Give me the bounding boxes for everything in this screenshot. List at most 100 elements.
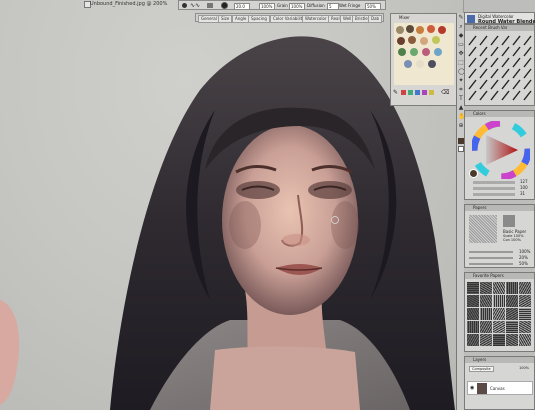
paper-texture-swatch[interactable] (506, 334, 518, 346)
layer-opacity[interactable]: 100% (519, 366, 529, 370)
brush-variant-grid[interactable] (466, 33, 535, 105)
mixer-color-blob[interactable] (416, 26, 424, 34)
brush-variant-icon[interactable] (501, 35, 510, 46)
tab-spacing[interactable]: Spacing (248, 15, 270, 23)
brush-variant-icon[interactable] (468, 68, 477, 79)
eye-icon[interactable]: ◉ (470, 385, 474, 391)
brush-variant-icon[interactable] (490, 90, 499, 101)
paper-texture-swatch[interactable] (493, 295, 505, 307)
mixer-color-blob[interactable] (438, 26, 446, 34)
mixer-color-blob[interactable] (420, 37, 428, 45)
color-value-2[interactable]: 100 (520, 185, 528, 190)
brush-dab-icon[interactable] (182, 3, 187, 8)
paper-value[interactable]: 50% (519, 261, 528, 266)
mixer-color-blob[interactable] (434, 48, 442, 56)
brush-variant-icon[interactable] (523, 90, 532, 101)
color-wheel[interactable] (472, 121, 530, 179)
paper-texture-swatch[interactable] (467, 282, 479, 294)
paper-texture-swatch[interactable] (480, 308, 492, 320)
brush-variant-icon[interactable] (479, 57, 488, 68)
current-color-chip[interactable] (469, 169, 478, 178)
brush-variant-icon[interactable] (468, 57, 477, 68)
mixer-color-blob[interactable] (422, 48, 430, 56)
brush-variant-icon[interactable] (490, 79, 499, 90)
paper-value[interactable]: 20% (519, 255, 528, 260)
mixer-color-blob[interactable] (396, 26, 404, 34)
brush-variant-icon[interactable] (523, 46, 532, 57)
brush-variant-icon[interactable] (479, 90, 488, 101)
mixer-swatch[interactable] (401, 90, 406, 95)
mixer-color-blob[interactable] (404, 60, 412, 68)
brush-variant-icon[interactable] (468, 90, 477, 101)
mixer-color-blob[interactable] (398, 48, 406, 56)
paper-texture-swatch[interactable] (506, 308, 518, 320)
brush-variant-icon[interactable] (490, 68, 499, 79)
brush-variant-icon[interactable] (512, 35, 521, 46)
mixer-swatch[interactable] (408, 90, 413, 95)
mixer-color-blob[interactable] (428, 60, 436, 68)
brush-variant-icon[interactable] (468, 46, 477, 57)
brush-variant-icon[interactable] (512, 68, 521, 79)
brush-variant-icon[interactable] (523, 79, 532, 90)
color-slider[interactable] (473, 193, 515, 196)
paper-slider[interactable] (469, 257, 513, 259)
brush-variant-icon[interactable] (523, 68, 532, 79)
brush-variant-icon[interactable] (490, 57, 499, 68)
eraser-icon[interactable] (207, 3, 213, 8)
brush-variant-icon[interactable] (490, 46, 499, 57)
mixer-color-blob[interactable] (416, 60, 424, 68)
color-slider[interactable] (473, 187, 515, 190)
brush-variant-icon[interactable] (501, 57, 510, 68)
mixer-color-blob[interactable] (408, 36, 416, 44)
brush-selector[interactable]: Digital Watercolor Round Water Blender (464, 12, 535, 25)
paper-texture-swatch[interactable] (519, 295, 531, 307)
paper-texture-grid[interactable] (467, 282, 533, 348)
tab-dab[interactable]: Dab (368, 15, 383, 23)
mixer-color-blob[interactable] (427, 25, 435, 33)
tab-watercolor[interactable]: Watercolor (302, 15, 330, 23)
brush-variant-icon[interactable] (512, 90, 521, 101)
color-value-3[interactable]: 31 (520, 191, 525, 196)
paper-texture-swatch[interactable] (467, 334, 479, 346)
brush-variant-icon[interactable] (501, 90, 510, 101)
paper-value[interactable]: 100% (519, 249, 530, 254)
brush-variant-icon[interactable] (512, 46, 521, 57)
brush-variant-icon[interactable] (468, 79, 477, 90)
brush-variant-icon[interactable] (512, 57, 521, 68)
paper-texture-swatch[interactable] (493, 321, 505, 333)
paper-preview[interactable] (469, 215, 497, 243)
mixer-color-blob[interactable] (432, 36, 440, 44)
paper-texture-swatch[interactable] (467, 308, 479, 320)
paper-texture-swatch[interactable] (506, 295, 518, 307)
tab-angle[interactable]: Angle (232, 15, 250, 23)
size-dial-icon[interactable] (221, 2, 228, 9)
brush-variant-icon[interactable] (479, 79, 488, 90)
brush-variant-icon[interactable] (512, 79, 521, 90)
paper-texture-swatch[interactable] (519, 321, 531, 333)
brush-variant-icon[interactable] (490, 35, 499, 46)
mixer-swatch[interactable] (415, 90, 420, 95)
brush-variant-icon[interactable] (501, 79, 510, 90)
brush-variant-icon[interactable] (479, 68, 488, 79)
clear-mixer-icon[interactable]: ⌫ (441, 89, 449, 96)
size-field[interactable]: 20.0 (234, 3, 250, 10)
paper-texture-swatch[interactable] (506, 321, 518, 333)
mixer-color-blob[interactable] (406, 25, 414, 33)
mixer-color-blob[interactable] (410, 48, 418, 56)
opacity-field[interactable]: 100% (259, 3, 275, 10)
diffusion-field[interactable]: 5 (327, 3, 339, 10)
brush-variant-icon[interactable] (468, 35, 477, 46)
wet-fringe-field[interactable]: 50% (365, 3, 381, 10)
layer-row[interactable]: ◉ Canvas (467, 381, 533, 395)
brush-stroke-icon[interactable]: ∿∿ (190, 3, 200, 9)
paper-texture-swatch[interactable] (480, 321, 492, 333)
brush-variant-icon[interactable] (479, 35, 488, 46)
mixer-swatch[interactable] (429, 90, 434, 95)
paper-texture-swatch[interactable] (480, 334, 492, 346)
paper-texture-swatch[interactable] (493, 282, 505, 294)
color-slider[interactable] (473, 181, 515, 184)
paper-swatch[interactable] (503, 215, 515, 227)
color-value-1[interactable]: 127 (520, 179, 528, 184)
tab-general[interactable]: General (198, 15, 220, 23)
grain-field[interactable]: 100% (289, 3, 305, 10)
